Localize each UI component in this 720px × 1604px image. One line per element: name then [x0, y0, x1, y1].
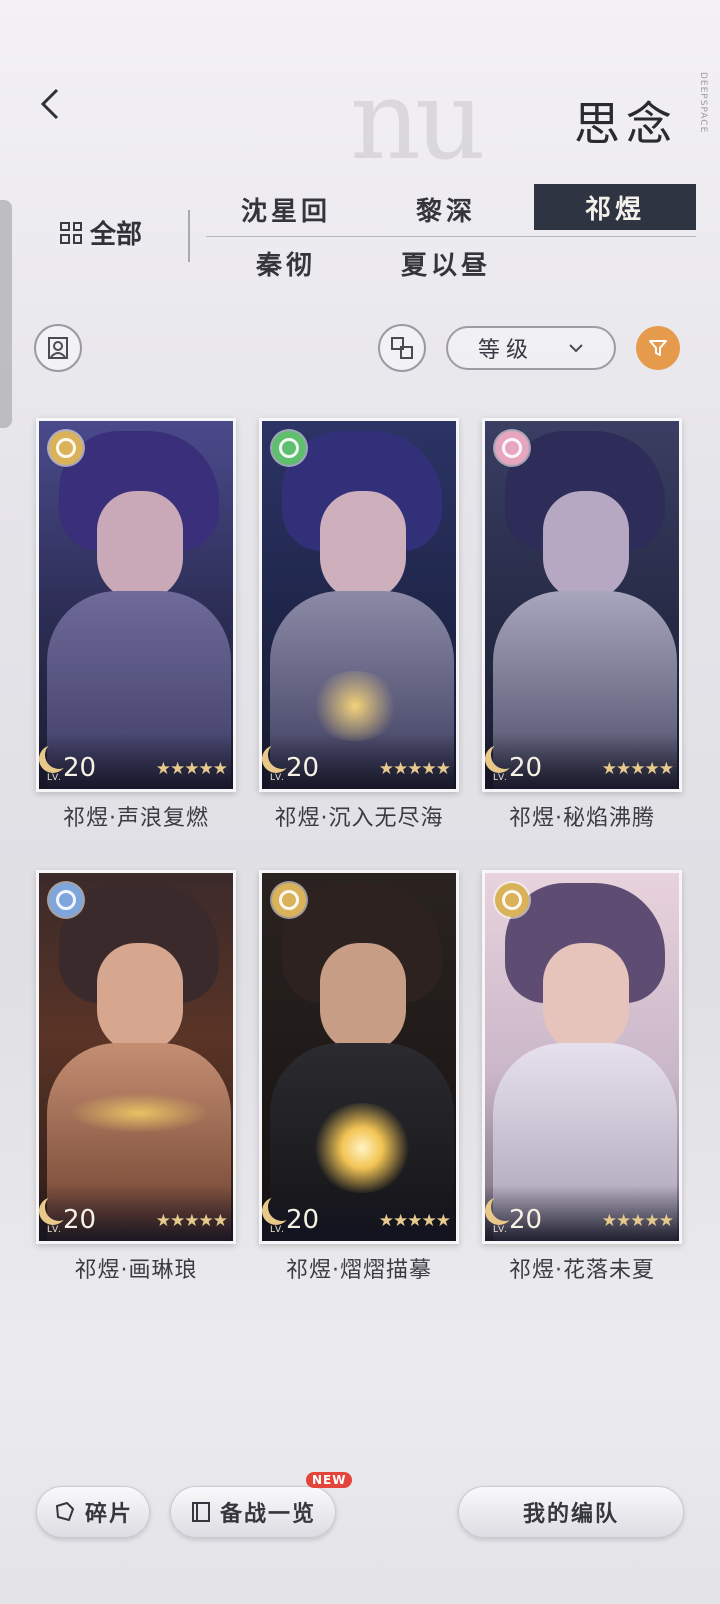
all-filter-button[interactable]: 全部	[60, 214, 142, 251]
memory-card[interactable]: LV. 20 ★★★★★ 祁煜·花落未夏	[482, 870, 682, 1283]
star-rating: ★★★★★	[601, 1211, 674, 1231]
memory-card[interactable]: LV. 20 ★★★★★ 祁煜·沉入无尽海	[259, 418, 459, 831]
level-prefix: LV.	[493, 773, 508, 783]
tab-li-shen[interactable]: 黎深	[366, 186, 526, 232]
level-prefix: LV.	[270, 773, 285, 783]
star-rating: ★★★★★	[155, 1211, 228, 1231]
card-name: 祁煜·熠熠描摹	[286, 1258, 432, 1283]
star-rating: ★★★★★	[378, 1211, 451, 1231]
new-badge: NEW	[306, 1472, 353, 1488]
filter-button[interactable]	[636, 326, 680, 370]
sort-label: 等级	[477, 338, 534, 363]
level-value: 20	[509, 753, 543, 783]
portrait-view-button[interactable]	[34, 324, 82, 372]
all-filter-label: 全部	[90, 220, 143, 250]
rarity-badge	[49, 431, 83, 465]
fragments-button[interactable]: 碎片	[36, 1486, 150, 1538]
star-rating: ★★★★★	[155, 759, 228, 779]
card-artwork: LV. 20 ★★★★★	[36, 870, 236, 1244]
prep-overview-button[interactable]: 备战一览	[170, 1486, 336, 1538]
memory-card[interactable]: LV. 20 ★★★★★ 祁煜·秘焰沸腾	[482, 418, 682, 831]
tab-divider-line	[206, 236, 696, 237]
my-team-label: 我的编队	[522, 1502, 619, 1527]
rarity-badge	[495, 883, 529, 917]
card-name: 祁煜·花落未夏	[509, 1258, 655, 1283]
tab-qi-yu[interactable]: 祁煜	[534, 184, 696, 230]
rarity-badge	[49, 883, 83, 917]
level-prefix: LV.	[47, 1225, 62, 1235]
rarity-badge	[495, 431, 529, 465]
level-value: 20	[509, 1205, 543, 1235]
rarity-badge	[272, 431, 306, 465]
memory-card[interactable]: LV. 20 ★★★★★ 祁煜·画琳琅	[36, 870, 236, 1283]
card-name: 祁煜·沉入无尽海	[274, 806, 444, 831]
tab-qin-che[interactable]: 秦彻	[206, 240, 366, 286]
level-prefix: LV.	[47, 773, 62, 783]
fragments-label: 碎片	[84, 1502, 133, 1527]
prep-overview-label: 备战一览	[219, 1502, 316, 1527]
filter-icon	[649, 340, 667, 356]
card-name: 祁煜·画琳琅	[74, 1258, 198, 1283]
sort-dropdown[interactable]: 等级	[446, 326, 616, 370]
tab-shen-xinghui[interactable]: 沈星回	[206, 186, 366, 232]
back-arrow-icon	[40, 88, 59, 120]
card-name: 祁煜·秘焰沸腾	[509, 806, 655, 831]
card-artwork: LV. 20 ★★★★★	[259, 418, 459, 792]
switch-view-button[interactable]	[378, 324, 426, 372]
back-button[interactable]	[28, 82, 68, 126]
tab-xia-yizhou[interactable]: 夏以昼	[366, 240, 526, 286]
card-artwork: LV. 20 ★★★★★	[36, 418, 236, 792]
memory-card[interactable]: LV. 20 ★★★★★ 祁煜·熠熠描摹	[259, 870, 459, 1283]
portrait-icon	[48, 337, 68, 359]
page-title: 思念	[574, 97, 678, 151]
divider	[188, 210, 190, 262]
chevron-down-icon	[569, 344, 583, 353]
brand-vertical-text: DEEPSPACE	[698, 72, 708, 134]
book-icon	[191, 1502, 210, 1522]
level-prefix: LV.	[270, 1225, 285, 1235]
swap-icon	[391, 337, 413, 359]
star-rating: ★★★★★	[601, 759, 674, 779]
level-prefix: LV.	[493, 1225, 508, 1235]
fragments-icon	[55, 1502, 74, 1521]
header: 思念 DEEPSPACE	[0, 0, 720, 180]
memory-card[interactable]: LV. 20 ★★★★★ 祁煜·声浪复燃	[36, 418, 236, 831]
level-value: 20	[63, 1205, 97, 1235]
card-artwork: LV. 20 ★★★★★	[482, 418, 682, 792]
card-artwork: LV. 20 ★★★★★	[482, 870, 682, 1244]
card-artwork: LV. 20 ★★★★★	[259, 870, 459, 1244]
side-handle[interactable]	[0, 200, 12, 428]
card-name: 祁煜·声浪复燃	[63, 806, 209, 831]
level-value: 20	[286, 753, 320, 783]
star-rating: ★★★★★	[378, 759, 451, 779]
my-team-button[interactable]: 我的编队	[458, 1486, 684, 1538]
level-value: 20	[63, 753, 97, 783]
level-value: 20	[286, 1205, 320, 1235]
rarity-badge	[272, 883, 306, 917]
grid-icon	[60, 221, 82, 244]
